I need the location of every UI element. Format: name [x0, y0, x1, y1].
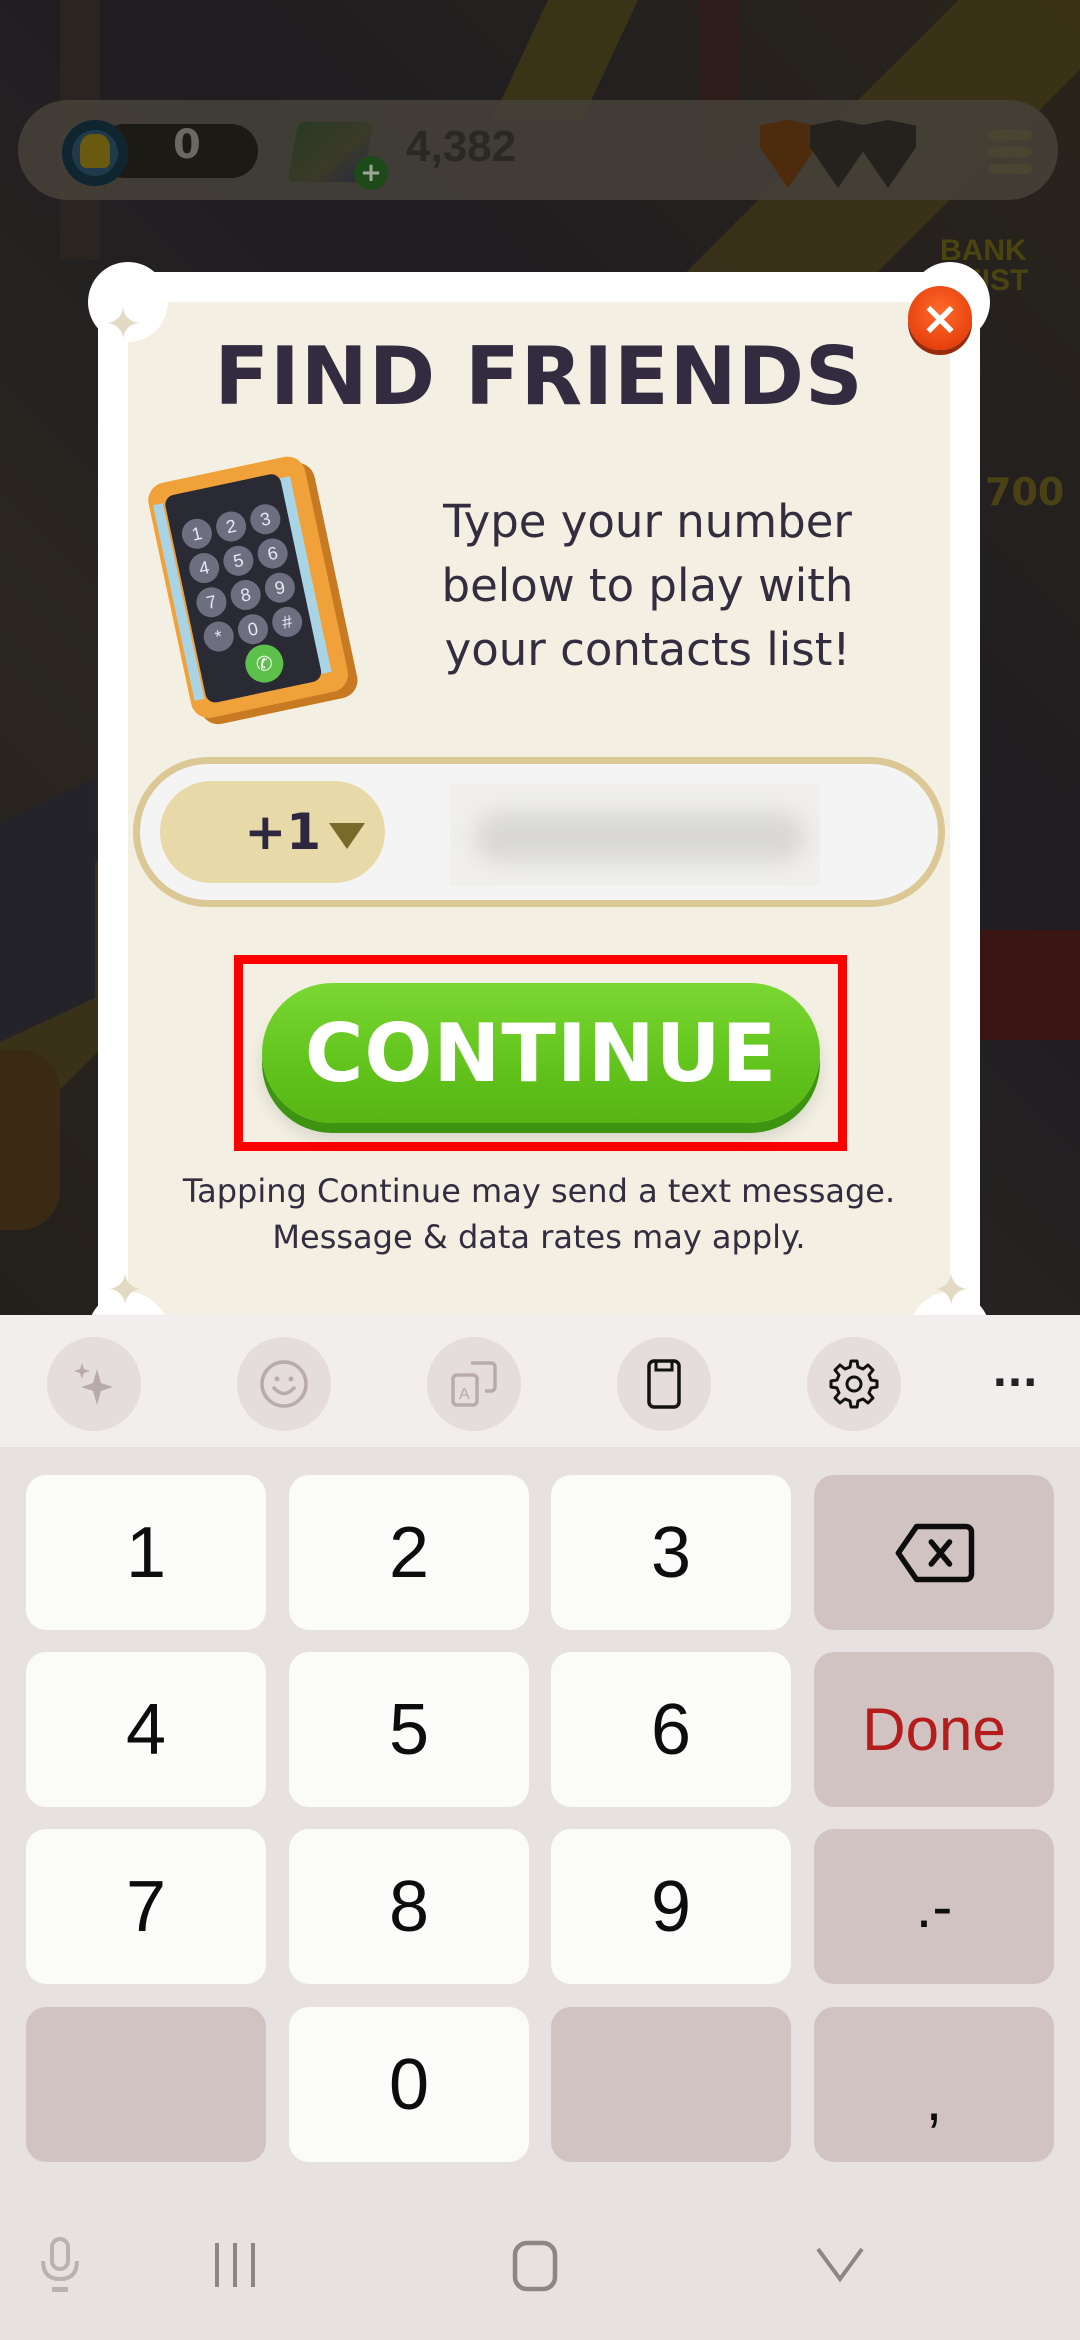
backspace-key[interactable] [814, 1475, 1054, 1630]
illustration-key: 6 [254, 535, 291, 572]
level-badge-icon [62, 120, 128, 186]
corner-ornament-icon: ✦ [106, 1265, 144, 1316]
illustration-key: 8 [227, 577, 264, 613]
settings-gear-icon [829, 1359, 879, 1409]
key-0[interactable]: 0 [289, 2007, 529, 2162]
system-nav-bar [0, 2180, 1080, 2340]
board-tile [0, 1050, 60, 1230]
phone-input-group: +1 [133, 757, 945, 907]
emoji-button[interactable] [237, 1337, 331, 1431]
keyboard-toolbar: A ··· [0, 1315, 1080, 1447]
call-icon: ✆ [241, 641, 287, 687]
backspace-icon [895, 1523, 975, 1582]
key-7[interactable]: 7 [26, 1829, 266, 1984]
illustration-key: 7 [193, 584, 230, 621]
recent-apps-icon [215, 2243, 255, 2287]
illustration-key: 3 [247, 501, 284, 538]
key-3[interactable]: 3 [551, 1475, 791, 1630]
translate-icon: A [451, 1361, 497, 1407]
illustration-keypad: 1 2 3 4 5 6 7 8 9 * 0 # [179, 501, 305, 655]
recent-apps-button[interactable] [205, 2235, 265, 2299]
illustration-key: # [269, 604, 305, 640]
svg-text:A: A [459, 1386, 470, 1403]
continue-button[interactable]: CONTINUE [262, 983, 820, 1123]
board-tile [0, 777, 95, 1043]
key-blank-right [551, 2007, 791, 2162]
illustration-key: 9 [262, 569, 298, 606]
key-5[interactable]: 5 [289, 1652, 529, 1807]
home-icon [512, 2240, 558, 2292]
shield-icon [760, 120, 816, 188]
more-options-icon[interactable]: ··· [985, 1355, 1045, 1415]
country-code-value: +1 [244, 803, 321, 861]
illustration-key: * [200, 618, 237, 655]
shield-icon [860, 120, 916, 188]
emoji-icon [260, 1360, 308, 1408]
key-4[interactable]: 4 [26, 1652, 266, 1807]
ai-sparkle-button[interactable] [47, 1337, 141, 1431]
level-value: 0 [173, 122, 201, 168]
key-1[interactable]: 1 [26, 1475, 266, 1630]
key-9[interactable]: 9 [551, 1829, 791, 1984]
translate-button[interactable]: A [427, 1337, 521, 1431]
add-cash-button[interactable]: + [354, 156, 388, 190]
key-2[interactable]: 2 [289, 1475, 529, 1630]
disclaimer-line: Tapping Continue may send a text message… [182, 1172, 896, 1210]
illustration-key: 1 [179, 515, 215, 552]
home-button[interactable] [505, 2235, 565, 2299]
illustration-key: 2 [213, 508, 249, 545]
event-amount: 700 [985, 470, 1065, 514]
hide-keyboard-icon [816, 2247, 864, 2283]
settings-button[interactable] [807, 1337, 901, 1431]
shields [760, 120, 916, 188]
disclaimer-line: Message & data rates may apply. [272, 1218, 806, 1256]
board-tile [975, 930, 1080, 1040]
ai-sparkle-icon [74, 1363, 113, 1405]
key-6[interactable]: 6 [551, 1652, 791, 1807]
clipboard-icon [647, 1359, 681, 1409]
clipboard-button[interactable] [617, 1337, 711, 1431]
game-hud: 0 + 4,382 [18, 100, 1058, 200]
cash-value: 4,382 [406, 122, 517, 171]
phone-number-input[interactable] [450, 784, 820, 886]
country-code-dropdown[interactable]: +1 [160, 781, 385, 883]
illustration-key: 4 [186, 550, 222, 586]
microphone-button[interactable] [35, 2235, 85, 2299]
hamburger-menu-icon[interactable] [988, 130, 1032, 174]
key-blank-left [26, 2007, 266, 2162]
disclaimer: Tapping Continue may send a text message… [98, 1168, 980, 1260]
dialog-title: FIND FRIENDS [214, 330, 864, 423]
hide-keyboard-button[interactable] [810, 2235, 870, 2299]
illustration-key: 0 [235, 611, 271, 648]
microphone-icon [41, 2237, 79, 2292]
key-8[interactable]: 8 [289, 1829, 529, 1984]
corner-ornament-icon: ✦ [932, 1265, 970, 1316]
illustration-key: 5 [220, 542, 257, 579]
shield-icon [810, 120, 866, 188]
caret-down-icon [329, 823, 365, 849]
key-dot-dash[interactable]: .- [814, 1829, 1054, 1984]
done-key[interactable]: Done [814, 1652, 1054, 1807]
key-comma[interactable]: , [814, 2007, 1054, 2162]
intro-text: Type your number below to play with your… [441, 495, 854, 676]
